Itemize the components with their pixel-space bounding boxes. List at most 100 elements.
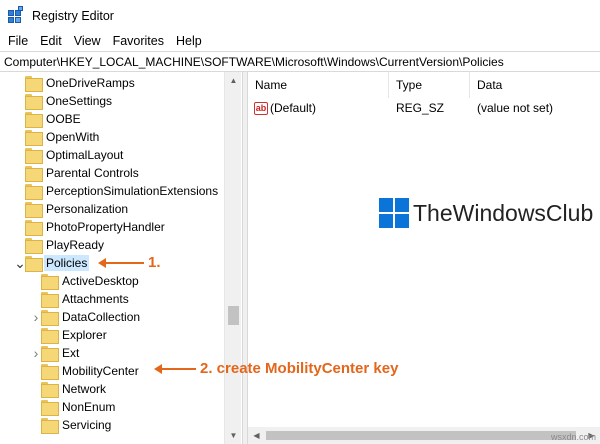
menu-file[interactable]: File [2, 32, 34, 51]
values-pane: Name Type Data ab (Default) REG_SZ (value… [248, 72, 600, 444]
tree-item-label: Network [62, 382, 107, 396]
folder-icon [25, 112, 43, 128]
tree-item[interactable]: Explorer [31, 326, 109, 344]
folder-icon [25, 130, 43, 146]
column-header-type[interactable]: Type [389, 72, 470, 98]
tree-item-label: DataCollection [62, 310, 141, 324]
folder-icon [25, 220, 43, 236]
tree-item-label: Personalization [46, 202, 129, 216]
tree-item-label: OptimalLayout [46, 148, 124, 162]
key-tree: OneDriveRamps OneSettings OOBE OpenWith Opti… [0, 72, 242, 444]
scroll-up-arrow-icon[interactable]: ▲ [225, 72, 242, 89]
folder-icon [41, 292, 59, 308]
tree-item-label: PerceptionSimulationExtensions [46, 184, 219, 198]
tree-item[interactable]: OOBE [15, 110, 83, 128]
menu-edit[interactable]: Edit [34, 32, 68, 51]
tree-item-label: Parental Controls [46, 166, 139, 180]
annotation-arrow-line [104, 262, 144, 264]
tree-item-label: Ext [62, 346, 80, 360]
value-row[interactable]: ab (Default) REG_SZ (value not set) [248, 98, 600, 118]
values-horizontal-scrollbar[interactable]: ◀ ▶ [248, 427, 600, 444]
tree-item[interactable]: Attachments [31, 290, 131, 308]
tree-item[interactable]: OneDriveRamps [15, 74, 137, 92]
expand-chevron-right-icon[interactable]: › [31, 308, 41, 326]
tree-item[interactable]: PlayReady [15, 236, 106, 254]
folder-icon [25, 184, 43, 200]
tree-item[interactable]: Personalization [15, 200, 130, 218]
tree-vertical-scrollbar[interactable]: ▲ ▼ [224, 72, 241, 444]
column-header-name[interactable]: Name [248, 72, 389, 98]
tree-item-label: Policies [44, 255, 90, 271]
tree-item[interactable]: OptimalLayout [15, 146, 125, 164]
tree-item-label: PlayReady [46, 238, 105, 252]
annotation-step-1: 1. [148, 254, 161, 271]
values-scroll-thumb[interactable] [266, 431, 576, 440]
annotation-step-2: 2. create MobilityCenter key [200, 360, 399, 377]
tree-scroll-thumb[interactable] [228, 306, 239, 325]
string-value-icon: ab [254, 102, 268, 116]
tree-item[interactable]: Network [31, 380, 108, 398]
annotation-arrow-line [160, 368, 196, 370]
folder-icon [25, 94, 43, 110]
watermark: TheWindowsClub [379, 198, 593, 228]
tree-item[interactable]: PhotoPropertyHandler [15, 218, 167, 236]
tree-item-label: Explorer [62, 328, 107, 342]
tree-item[interactable]: OpenWith [15, 128, 101, 146]
menu-bar: File Edit View Favorites Help [0, 32, 600, 51]
tree-item[interactable]: Servicing [31, 416, 113, 434]
folder-icon [25, 76, 43, 92]
tree-item[interactable]: › DataCollection [31, 308, 142, 326]
tree-item[interactable]: OneSettings [15, 92, 114, 110]
scroll-left-arrow-icon[interactable]: ◀ [248, 427, 265, 444]
folder-icon [25, 202, 43, 218]
tree-item-label: MobilityCenter [62, 364, 139, 378]
menu-help[interactable]: Help [170, 32, 208, 51]
expand-chevron-right-icon[interactable]: › [31, 344, 41, 362]
tree-item[interactable]: MobilityCenter [31, 362, 141, 380]
folder-icon [25, 148, 43, 164]
title-bar: Registry Editor [0, 0, 600, 32]
windows-logo-icon [379, 198, 409, 228]
column-header-data[interactable]: Data [470, 72, 600, 98]
tree-item-label: OpenWith [46, 130, 100, 144]
address-bar[interactable]: Computer\HKEY_LOCAL_MACHINE\SOFTWARE\Mic… [0, 51, 600, 72]
value-data: (value not set) [477, 101, 554, 115]
folder-icon [41, 310, 59, 326]
folder-icon [41, 328, 59, 344]
tree-item[interactable]: › Ext [31, 344, 81, 362]
menu-favorites[interactable]: Favorites [107, 32, 170, 51]
folder-icon [25, 166, 43, 182]
value-type: REG_SZ [396, 101, 445, 115]
footer-watermark: wsxdn.com [550, 432, 596, 442]
menu-view[interactable]: View [68, 32, 107, 51]
column-headers: Name Type Data [248, 72, 600, 98]
folder-icon [25, 238, 43, 254]
folder-icon [41, 418, 59, 434]
folder-icon [41, 364, 59, 380]
expand-chevron-down-icon[interactable]: ⌄ [14, 254, 26, 272]
tree-item-label: NonEnum [62, 400, 116, 414]
tree-item-label: Attachments [62, 292, 129, 306]
tree-item-label: PhotoPropertyHandler [46, 220, 165, 234]
tree-item[interactable]: ActiveDesktop [31, 272, 141, 290]
tree-item[interactable]: Parental Controls [15, 164, 141, 182]
tree-item-label: ActiveDesktop [62, 274, 139, 288]
scroll-down-arrow-icon[interactable]: ▼ [225, 427, 242, 444]
tree-item[interactable]: NonEnum [31, 398, 117, 416]
tree-item[interactable]: ⌄ Policies [14, 254, 90, 272]
folder-icon [25, 256, 43, 272]
tree-item[interactable]: PerceptionSimulationExtensions [15, 182, 220, 200]
